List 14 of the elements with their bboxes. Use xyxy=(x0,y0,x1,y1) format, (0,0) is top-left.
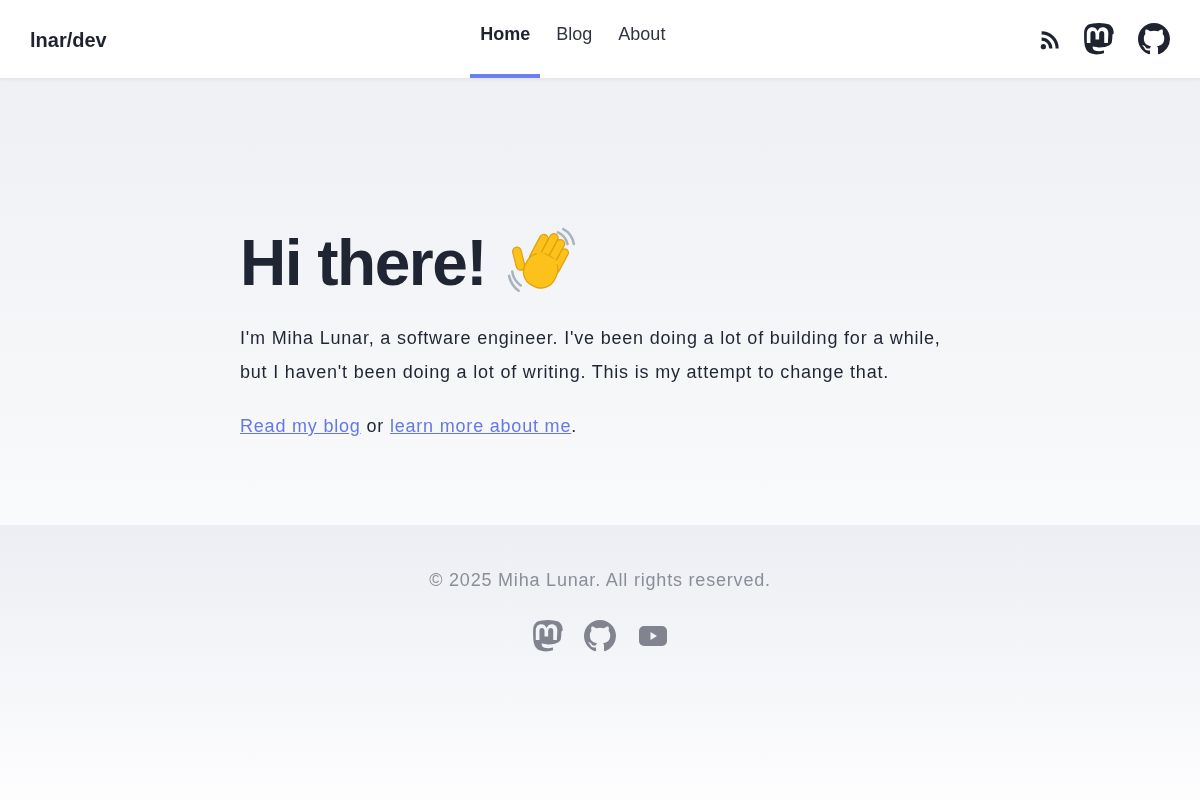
links-sentence: Read my blog or learn more about me. xyxy=(240,415,578,438)
github-icon[interactable] xyxy=(1138,23,1170,55)
text-link[interactable]: Read my blog xyxy=(240,416,361,436)
video-play-icon[interactable] xyxy=(639,626,667,646)
heading: Hi there! xyxy=(240,228,487,298)
rss-feed-icon[interactable] xyxy=(1039,29,1060,51)
nav-tab[interactable]: Blog xyxy=(546,0,603,78)
copyright-text: © 2025 Miha Lunar. All rights reserved. xyxy=(429,569,771,592)
mastodon-icon[interactable] xyxy=(1084,23,1114,55)
waving-hand-icon xyxy=(508,227,577,295)
intro-paragraph: I'm Miha Lunar, a software engineer. I've been doing a lot of building for a while, but I haven't been doing a lot of writing. This is my attempt to change that. xyxy=(240,327,942,384)
text-link[interactable]: learn more about me xyxy=(389,416,572,436)
site-logo[interactable]: lnar/dev xyxy=(30,28,107,52)
nav-tab[interactable]: About xyxy=(608,0,676,78)
